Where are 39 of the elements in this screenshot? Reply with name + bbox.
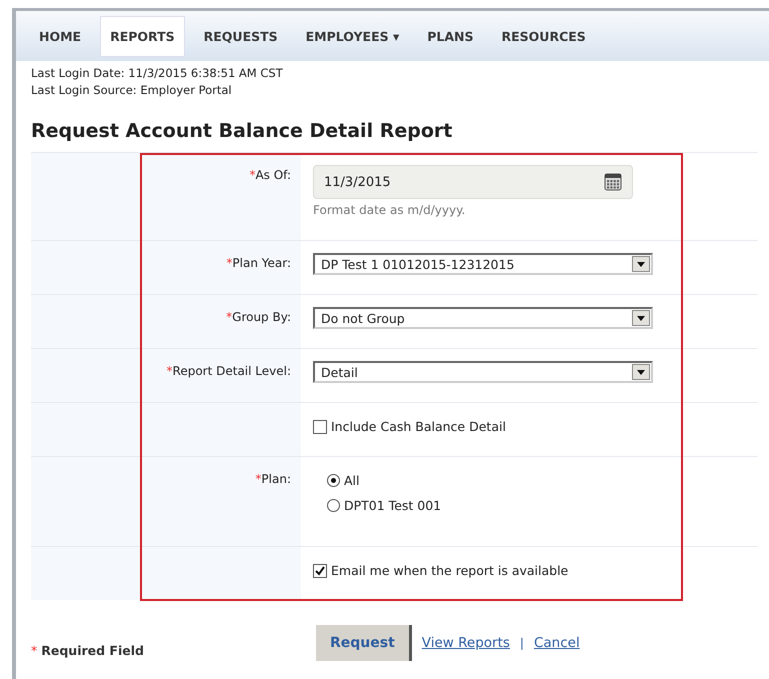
cancel-link[interactable]: Cancel xyxy=(534,635,580,651)
checkbox[interactable] xyxy=(313,420,327,434)
required-field-note: Required Field xyxy=(41,643,144,658)
field-label: As Of: xyxy=(255,168,291,182)
field-label: Report Detail Level: xyxy=(172,364,291,378)
request-button[interactable]: Request xyxy=(316,625,412,661)
required-mark: * xyxy=(226,256,232,270)
nav-tab[interactable]: REQUESTS xyxy=(194,16,287,56)
dropdown-field[interactable]: Detail xyxy=(313,361,653,383)
nav-tab[interactable]: HOME xyxy=(30,16,90,56)
nav-tab[interactable]: EMPLOYEES ▾ xyxy=(296,16,408,56)
radio-label: DPT01 Test 001 xyxy=(344,498,442,513)
required-mark: * xyxy=(249,168,256,182)
field-label: Group By: xyxy=(232,310,291,324)
dropdown-field[interactable]: Do not Group xyxy=(313,307,653,329)
date-field[interactable]: 11/3/2015 xyxy=(313,165,633,199)
nav-tab[interactable]: PLANS xyxy=(418,16,483,56)
field-label: Plan Year: xyxy=(232,256,291,270)
field-label: Plan: xyxy=(261,472,291,486)
checkbox-label: Include Cash Balance Detail xyxy=(331,419,506,434)
page-title: Request Account Balance Detail Report xyxy=(31,120,454,142)
calendar-icon[interactable] xyxy=(604,173,622,191)
login-info-text: Last Login Source: Employer Portal xyxy=(31,82,233,99)
required-mark: * xyxy=(31,643,38,658)
radio-button[interactable] xyxy=(327,499,340,512)
required-mark: * xyxy=(226,310,232,324)
link-separator: | xyxy=(520,636,524,650)
login-info-text: Last Login Date: 11/3/2015 6:38:51 AM CST xyxy=(31,65,284,82)
view-reports-link[interactable]: View Reports xyxy=(422,635,510,651)
required-mark: * xyxy=(166,364,173,378)
nav-tab[interactable]: REPORTS xyxy=(100,16,185,56)
nav-tab[interactable]: RESOURCES xyxy=(492,16,595,56)
checkbox-label: Email me when the report is available xyxy=(331,563,568,578)
radio-button[interactable] xyxy=(327,474,340,487)
checkbox[interactable] xyxy=(313,564,327,578)
date-format-hint: Format date as m/d/yyyy. xyxy=(313,203,466,217)
radio-label: All xyxy=(344,473,360,488)
required-mark: * xyxy=(255,472,262,486)
dropdown-field[interactable]: DP Test 1 01012015-12312015 xyxy=(313,253,653,275)
